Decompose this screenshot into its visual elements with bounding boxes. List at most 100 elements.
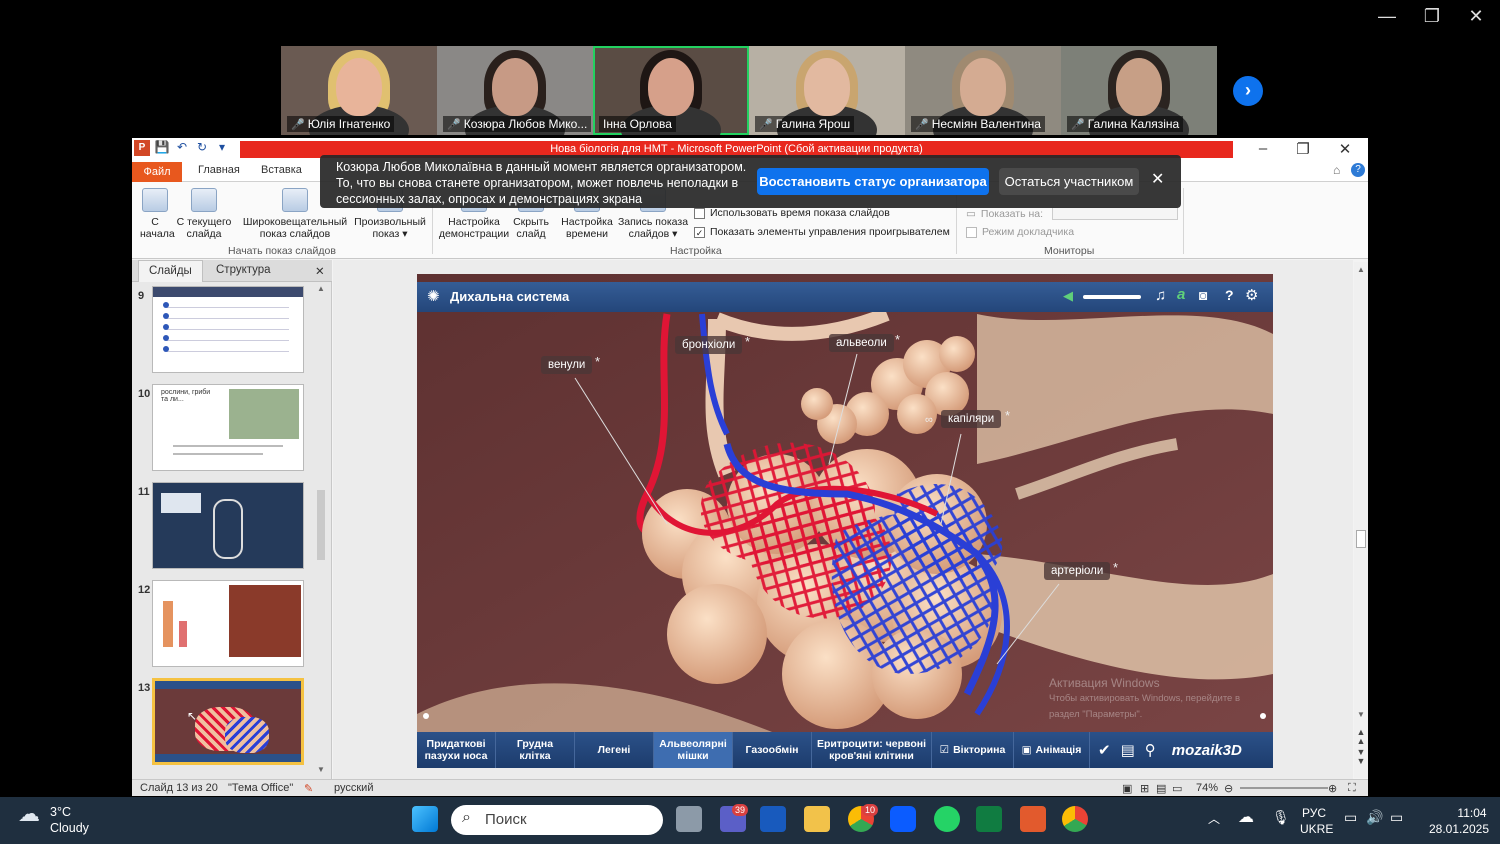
spellcheck-icon[interactable]: ✎ — [304, 782, 313, 795]
slide-thumbnail[interactable]: ↖ — [152, 678, 304, 765]
cloud-icon[interactable]: ☁ — [18, 803, 40, 825]
close-notice-icon[interactable]: ✕ — [1151, 169, 1164, 189]
next-slide-icon[interactable]: ▼ ▼ — [1354, 748, 1368, 766]
slide-13[interactable]: ✺ Дихальна система ◀ ♫ a ◙ ? ⚙ венули * … — [417, 274, 1273, 768]
star-icon[interactable]: * — [595, 354, 600, 369]
star-icon[interactable]: * — [1113, 560, 1118, 575]
task-view-icon[interactable] — [676, 806, 702, 832]
chrome-profile-icon[interactable] — [1062, 806, 1088, 832]
fit-slide-icon[interactable]: ⛶ — [1348, 782, 1356, 795]
show-on-select[interactable]: ▭ Показать на: — [966, 207, 1179, 220]
close-pane-icon[interactable]: ✕ — [315, 264, 325, 278]
onedrive-icon[interactable]: ☁ — [1238, 810, 1254, 826]
thumbnails-scrollbar[interactable]: ▲ ▼ — [315, 284, 327, 774]
use-timings-checkbox[interactable]: Использовать время показа слайдов — [694, 207, 890, 219]
label-arterioles[interactable]: артеріоли — [1044, 562, 1111, 580]
settings-gear-icon[interactable]: ⚙ — [1245, 286, 1258, 304]
scroll-up-icon[interactable]: ▲ — [1354, 265, 1368, 274]
help-icon[interactable]: ? — [1225, 287, 1234, 303]
sorter-view-icon[interactable]: ⊞ — [1140, 782, 1149, 795]
worksheet-icon[interactable]: ▤ — [1121, 741, 1135, 759]
save-icon[interactable]: 💾 — [154, 140, 170, 156]
chevron-right-icon[interactable]: › — [1233, 76, 1263, 106]
music-icon[interactable]: ♫ — [1155, 287, 1166, 304]
clock-time[interactable]: 11:04 — [1450, 806, 1494, 821]
ppt-minimize-button[interactable]: – — [1252, 140, 1274, 157]
footer-tab[interactable]: Легені — [575, 732, 654, 768]
footer-tab[interactable]: Придаткові пазухи носа — [417, 732, 496, 768]
file-explorer-icon[interactable] — [804, 806, 830, 832]
excel-icon[interactable] — [976, 806, 1002, 832]
participant-tile[interactable]: 🎤 Галина Ярош — [749, 46, 905, 135]
zoom-slider[interactable] — [1240, 787, 1328, 789]
participant-tile[interactable]: Інна Орлова — [593, 46, 749, 135]
prev-slide-icon[interactable]: ▲ ▲ — [1354, 728, 1368, 746]
window-minimize-button[interactable]: — — [1372, 6, 1402, 27]
volume-icon[interactable]: ◀ — [1063, 288, 1073, 304]
language-ru[interactable]: РУС — [1302, 806, 1326, 821]
show-on-dropdown[interactable] — [1052, 207, 1179, 220]
normal-view-icon[interactable]: ▣ — [1122, 782, 1132, 795]
tray-expand-icon[interactable]: ︿ — [1208, 812, 1220, 827]
weather-temp[interactable]: 3°C — [50, 805, 71, 820]
stay-participant-button[interactable]: Остаться участником — [999, 168, 1139, 195]
slide-scrollbar[interactable]: ▲ ▼ ▲ ▲ ▼ ▼ — [1354, 262, 1368, 778]
footer-tab[interactable]: Еритроцити: червоні кров'яні клітини — [812, 732, 932, 768]
language-layout[interactable]: UKRE — [1300, 822, 1333, 837]
footer-tab[interactable]: Газообмін — [733, 732, 812, 768]
zoom-level[interactable]: 74% — [1196, 782, 1218, 794]
window-close-button[interactable]: ✕ — [1461, 6, 1491, 27]
participant-tile[interactable]: 🎤 Галина Калязіна — [1061, 46, 1217, 135]
scroll-down-icon[interactable]: ▼ — [1354, 710, 1368, 719]
scroll-up-icon[interactable]: ▲ — [315, 284, 327, 293]
redo-icon[interactable]: ↻ — [194, 140, 210, 156]
footer-tab[interactable]: Грудна клітка — [496, 732, 575, 768]
undo-icon[interactable]: ↶ — [174, 140, 190, 156]
language-indicator[interactable]: русский — [334, 782, 373, 794]
label-bronchioles[interactable]: бронхіоли — [675, 336, 743, 354]
microphone-icon[interactable]: 🎙 — [1272, 810, 1290, 825]
label-venules[interactable]: венули — [541, 356, 593, 374]
label-capillaries[interactable]: капіляри — [941, 410, 1002, 428]
participant-tile[interactable]: 🎤 Несміян Валентина — [905, 46, 1061, 135]
customize-qat-icon[interactable]: ▾ — [214, 140, 230, 156]
checklist-icon[interactable]: ✔ — [1098, 741, 1111, 759]
zoom-in-icon[interactable]: ⊕ — [1328, 782, 1337, 795]
ppt-close-button[interactable]: ✕ — [1334, 140, 1356, 158]
star-icon[interactable]: * — [895, 332, 900, 347]
tab-slides[interactable]: Слайды — [138, 260, 203, 282]
window-restore-button[interactable]: ❐ — [1417, 6, 1447, 27]
volume-slider[interactable] — [1083, 295, 1141, 299]
scroll-thumb[interactable] — [1356, 530, 1366, 548]
tab-insert[interactable]: Вставка — [261, 164, 302, 176]
footer-tab[interactable]: ▣ Анімація — [1014, 732, 1090, 768]
tab-outline[interactable]: Структура — [216, 264, 271, 276]
star-icon[interactable]: * — [745, 334, 750, 349]
show-controls-checkbox[interactable]: ✓ Показать элементы управления проигрыват… — [694, 226, 950, 238]
footer-tab[interactable]: ☑ Вікторина — [932, 732, 1014, 768]
reclaim-host-button[interactable]: Восстановить статус организатора — [757, 168, 989, 195]
slide-thumbnail[interactable] — [152, 580, 304, 667]
clock-date[interactable]: 28.01.2025 — [1424, 822, 1494, 837]
text-icon[interactable]: a — [1177, 286, 1185, 303]
word-icon[interactable] — [760, 806, 786, 832]
slide-thumbnail[interactable] — [152, 286, 304, 373]
camera-icon[interactable]: ◙ — [1199, 287, 1207, 303]
tab-home[interactable]: Главная — [198, 164, 240, 176]
footer-tab[interactable]: Альвеолярні мішки — [654, 732, 733, 768]
whatsapp-icon[interactable] — [934, 806, 960, 832]
from-start-button[interactable]: С начала — [140, 188, 175, 240]
windows-start-icon[interactable] — [412, 806, 438, 832]
wps-office-icon[interactable] — [1020, 806, 1046, 832]
weather-desc[interactable]: Cloudy — [50, 821, 89, 836]
link-icon[interactable]: ∞ — [925, 414, 933, 426]
speaker-icon[interactable]: 🔊 — [1366, 810, 1383, 825]
battery-icon[interactable]: ▭ — [1390, 810, 1403, 825]
ppt-restore-button[interactable]: ❐ — [1292, 140, 1314, 158]
network-icon[interactable]: ▭ — [1344, 810, 1357, 825]
from-current-button[interactable]: С текущего слайда — [174, 188, 234, 240]
scroll-down-icon[interactable]: ▼ — [315, 765, 327, 774]
share-icon[interactable]: ⚲ — [1145, 741, 1156, 759]
tab-file[interactable]: Файл — [132, 162, 182, 182]
reading-view-icon[interactable]: ▤ — [1156, 782, 1166, 795]
